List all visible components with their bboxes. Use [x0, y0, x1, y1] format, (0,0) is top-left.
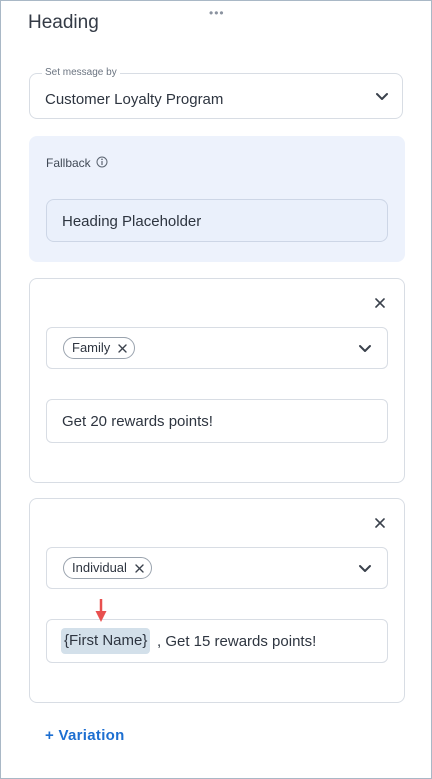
variation-message-value: , Get 15 rewards points! — [157, 633, 317, 650]
variation-message-value: Get 20 rewards points! — [62, 413, 213, 430]
audience-chip-label: Family — [72, 340, 111, 355]
add-variation-button[interactable]: + Variation — [45, 727, 125, 744]
drag-handle-icon[interactable]: ••• — [209, 7, 225, 19]
personalization-token[interactable]: {First Name} — [61, 628, 151, 654]
audience-chip: Individual — [63, 557, 152, 579]
message-source-select[interactable]: Set message by Customer Loyalty Program — [29, 67, 403, 119]
heading-panel: ••• Heading Set message by Customer Loya… — [0, 0, 432, 779]
info-icon[interactable] — [96, 156, 108, 168]
message-source-legend: Set message by — [42, 67, 120, 78]
chevron-down-icon[interactable] — [358, 564, 372, 574]
audience-chip: Family — [63, 337, 136, 359]
remove-chip-icon[interactable] — [135, 564, 144, 573]
fallback-input-value: Heading Placeholder — [62, 213, 202, 230]
audience-select[interactable]: Individual — [46, 547, 388, 589]
remove-chip-icon[interactable] — [118, 344, 127, 353]
panel-title: Heading — [28, 12, 99, 33]
variation-card: Family Get 20 rewards points! — [29, 278, 405, 483]
arrow-down-icon — [95, 599, 107, 622]
close-icon[interactable] — [374, 297, 386, 309]
fallback-section: Fallback Heading Placeholder — [29, 136, 405, 262]
message-source-value: Customer Loyalty Program — [45, 91, 224, 108]
variation-card: Individual {First Name} , Get 15 rewards… — [29, 498, 405, 703]
close-icon[interactable] — [374, 517, 386, 529]
chevron-down-icon[interactable] — [358, 344, 372, 354]
audience-select[interactable]: Family — [46, 327, 388, 369]
variation-message-input[interactable]: Get 20 rewards points! — [46, 399, 388, 443]
variation-message-input[interactable]: {First Name} , Get 15 rewards points! — [46, 619, 388, 663]
audience-chip-label: Individual — [72, 560, 127, 575]
fallback-label: Fallback — [46, 156, 91, 170]
fallback-input[interactable]: Heading Placeholder — [46, 199, 388, 242]
chevron-down-icon[interactable] — [375, 92, 389, 102]
